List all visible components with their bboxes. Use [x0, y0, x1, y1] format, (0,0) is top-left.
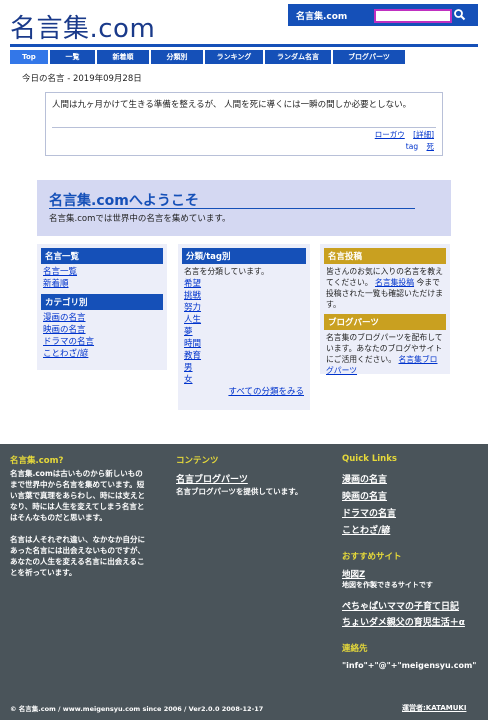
footer-rec-blog2-link[interactable]: ちょいダメ親父の育児生活＋α [342, 615, 465, 628]
welcome-subtitle: 名言集.comでは世界中の名言を集めています。 [49, 214, 231, 224]
quote-text: 人間は九ヶ月かけて生きる準備を整えるが、 人間を死に導くには一瞬の間しか必要とし… [52, 100, 412, 110]
category-link-proverb[interactable]: ことわざ/諺 [43, 348, 167, 360]
blogparts-text: 名言集のブログパーツを配布しています。あなたのブログやサイトにご活用ください。 … [326, 332, 444, 376]
footer-quick-manga[interactable]: 漫画の名言 [342, 472, 387, 485]
tag-column: 分類/tag別 名言を分類しています。 希望 挑戦 努力 人生 夢 時間 教育 … [178, 244, 310, 410]
footer-contents-heading: コンテンツ [176, 456, 219, 466]
tag-see-all-link[interactable]: すべての分類をみる [184, 386, 304, 398]
search-input[interactable] [374, 9, 452, 23]
today-date: 今日の名言 - 2019年09月28日 [22, 74, 142, 84]
header-divider [10, 44, 478, 47]
tab-list[interactable]: 一覧 [50, 50, 95, 64]
tab-category[interactable]: 分類別 [151, 50, 203, 64]
welcome-underline [49, 208, 415, 209]
footer-contact-heading: 連絡先 [342, 644, 368, 654]
search-icon[interactable] [452, 7, 468, 23]
tag-description: 名言を分類しています。 [184, 267, 269, 276]
footer-recommend-heading: おすすめサイト [342, 552, 402, 562]
tag-link-dream[interactable]: 夢 [184, 326, 310, 338]
blogparts-heading: ブログパーツ [324, 314, 446, 330]
header-search-bar: 名言集.com [288, 4, 478, 26]
footer-contact-email: "info"+"@"+"meigensyu.com" [342, 661, 477, 670]
quote-author-link[interactable]: ローガウ [375, 130, 405, 139]
tag-link-hope[interactable]: 希望 [184, 278, 310, 290]
category-link-manga[interactable]: 漫画の名言 [43, 312, 167, 324]
tab-top[interactable]: Top [10, 50, 48, 64]
tag-heading: 分類/tag別 [182, 248, 306, 264]
list-column: 名言一覧 名言一覧 新着順 カテゴリ別 漫画の名言 映画の名言 ドラマの名言 こ… [37, 244, 167, 370]
category-link-drama[interactable]: ドラマの名言 [43, 336, 167, 348]
quote-detail-link[interactable]: [詳細] [413, 130, 434, 139]
footer-about-text-2: 名言は人それぞれ違い、なかなか自分にあった名言には出会えないものですが、あなたの… [10, 535, 145, 577]
list-link-all[interactable]: 名言一覧 [43, 266, 167, 278]
footer-contents-desc: 名言ブログパーツを提供しています。 [176, 487, 303, 496]
post-text: 皆さんのお気に入りの名言を教えてください。 名言集投稿 今まで投稿された一覧も確… [326, 266, 444, 310]
site-logo[interactable]: 名言集.com [10, 8, 155, 45]
tag-link-woman[interactable]: 女 [184, 374, 310, 386]
footer-quick-movie[interactable]: 映画の名言 [342, 489, 387, 502]
footer-about-text-1: 名言集.comは古いものから新しいものまで世界中から名言を集めています。短い言葉… [10, 469, 145, 522]
post-column: 名言投稿 皆さんのお気に入りの名言を教えてください。 名言集投稿 今まで投稿され… [320, 244, 450, 376]
footer-blogparts-link[interactable]: 名言ブログパーツ [176, 472, 248, 485]
tab-random[interactable]: ランダム名言 [265, 50, 331, 64]
tab-newest[interactable]: 新着順 [97, 50, 149, 64]
tab-ranking[interactable]: ランキング [205, 50, 263, 64]
post-link[interactable]: 名言集投稿 [375, 278, 414, 287]
tag-link-life[interactable]: 人生 [184, 314, 310, 326]
footer-rec-map-desc: 地図を作製できるサイトです [342, 581, 433, 589]
footer-quick-proverb[interactable]: ことわざ/諺 [342, 523, 390, 536]
tag-link-challenge[interactable]: 挑戦 [184, 290, 310, 302]
footer: 名言集.com? 名言集.comは古いものから新しいものまで世界中から名言を集め… [0, 444, 488, 720]
category-heading: カテゴリ別 [41, 294, 163, 310]
list-heading: 名言一覧 [41, 248, 163, 264]
footer-rec-map-link[interactable]: 地図Z [342, 568, 365, 580]
footer-rec-blog1-link[interactable]: ぺちゃぱいママの子育て日記 [342, 599, 459, 612]
welcome-title: 名言集.comへようこそ [49, 193, 199, 209]
tab-blog-parts[interactable]: ブログパーツ [333, 50, 405, 64]
category-link-movie[interactable]: 映画の名言 [43, 324, 167, 336]
list-link-new[interactable]: 新着順 [43, 278, 167, 290]
footer-about-heading: 名言集.com? [10, 456, 64, 466]
quote-box: 人間は九ヶ月かけて生きる準備を整えるが、 人間を死に導くには一瞬の間しか必要とし… [45, 92, 443, 156]
tag-link-education[interactable]: 教育 [184, 350, 310, 362]
footer-quick-heading: Quick Links [342, 454, 397, 464]
header-site-name: 名言集.com [296, 12, 348, 22]
footer-quick-drama[interactable]: ドラマの名言 [342, 506, 396, 519]
quote-divider [52, 127, 436, 128]
tag-link-effort[interactable]: 努力 [184, 302, 310, 314]
tag-link-man[interactable]: 男 [184, 362, 310, 374]
tag-link[interactable]: 死 [427, 142, 435, 151]
main-nav: Top 一覧 新着順 分類別 ランキング ランダム名言 ブログパーツ [10, 50, 478, 64]
welcome-banner: 名言集.comへようこそ 名言集.comでは世界中の名言を集めています。 [37, 180, 451, 236]
tag-label: tag [405, 142, 419, 151]
footer-operator-link[interactable]: 運営者:KATAMUKI [402, 703, 466, 713]
footer-copyright: © 名言集.com / www.meigensyu.com since 2006… [10, 705, 264, 713]
post-heading: 名言投稿 [324, 248, 446, 264]
tag-link-time[interactable]: 時間 [184, 338, 310, 350]
